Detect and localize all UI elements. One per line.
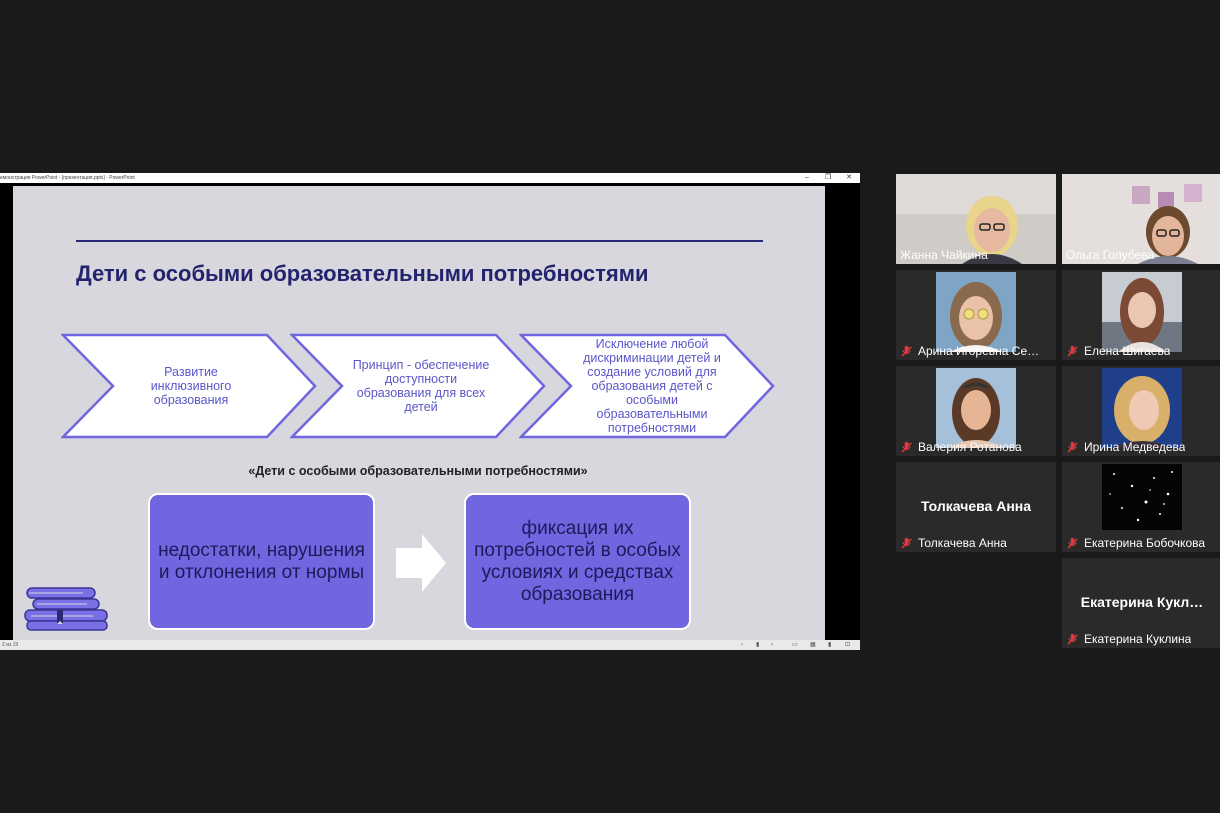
next-icon[interactable]: › xyxy=(771,640,773,650)
window-title: емонстрация PowerPoint - [презентация.pp… xyxy=(0,175,135,181)
chevron-1-text: Развитие инклюзивного образования xyxy=(150,365,232,407)
muted-mic-icon xyxy=(901,345,912,357)
participant-photo xyxy=(936,272,1016,352)
close-button[interactable]: ✕ xyxy=(842,173,856,183)
meeting-screen: емонстрация PowerPoint - [презентация.pp… xyxy=(0,0,1220,813)
participant-name: Валерия Ротанова xyxy=(900,440,1022,454)
participant-tile[interactable]: Елена Шигаева xyxy=(1062,270,1220,360)
slide-title: Дети с особыми образовательными потребно… xyxy=(76,261,649,286)
participant-name: Екатерина Бобочкова xyxy=(1066,536,1205,550)
restore-button[interactable]: ❐ xyxy=(821,173,835,183)
participant-name: Жанна Чайкина xyxy=(900,248,988,262)
normal-view-icon[interactable]: ▭ xyxy=(792,640,798,650)
title-rule xyxy=(76,240,763,242)
slide: Дети с особыми образовательными потребно… xyxy=(13,186,825,640)
participant-tile[interactable]: Ольга Голубева xyxy=(1062,174,1220,264)
participant-photo xyxy=(936,368,1016,448)
participant-tile[interactable]: Ирина Медведева xyxy=(1062,366,1220,456)
notes-icon[interactable]: ▮ xyxy=(756,640,759,650)
box-deficits: недостатки, нарушения и отклонения от но… xyxy=(148,493,375,630)
slideshow-icon[interactable]: ⊡ xyxy=(845,640,850,650)
participant-name: Арина Игоревна Се… xyxy=(900,344,1039,358)
slide-counter: 2 из 19 xyxy=(2,642,19,648)
shared-screen: емонстрация PowerPoint - [презентация.pp… xyxy=(0,173,860,650)
muted-mic-icon xyxy=(901,441,912,453)
participant-name: Ирина Медведева xyxy=(1066,440,1185,454)
participant-name: Елена Шигаева xyxy=(1066,344,1170,358)
ppt-titlebar: емонстрация PowerPoint - [презентация.pp… xyxy=(0,173,860,183)
participant-photo xyxy=(1102,368,1182,448)
minimize-button[interactable]: – xyxy=(800,173,814,183)
participant-tile[interactable]: Арина Игоревна Се… xyxy=(896,270,1056,360)
muted-mic-icon xyxy=(1067,441,1078,453)
participant-tile[interactable]: Толкачева Анна Толкачева Анна xyxy=(896,462,1056,552)
quote-text: «Дети с особыми образовательными потребн… xyxy=(248,464,588,478)
right-arrow-icon xyxy=(396,534,446,592)
muted-mic-icon xyxy=(1067,633,1078,645)
participant-display-name: Екатерина Кукл… xyxy=(1080,594,1204,610)
participant-name: Ольга Голубева xyxy=(1066,248,1155,262)
prev-icon[interactable]: ‹ xyxy=(741,640,743,650)
participant-tile[interactable]: Екатерина Бобочкова xyxy=(1062,462,1220,552)
participant-display-name: Толкачева Анна xyxy=(920,498,1032,514)
box-needs: фиксация их потребностей в особых услови… xyxy=(464,493,691,630)
participant-name: Толкачева Анна xyxy=(900,536,1007,550)
muted-mic-icon xyxy=(1067,345,1078,357)
participant-tile[interactable]: Валерия Ротанова xyxy=(896,366,1056,456)
ppt-statusbar: 2 из 19 ‹ ▮ › ▭ ▦ ▮ ⊡ xyxy=(0,640,860,650)
participant-photo xyxy=(1102,272,1182,352)
chevron-2-text: Принцип - обеспечение доступности образо… xyxy=(352,358,490,414)
muted-mic-icon xyxy=(901,537,912,549)
sorter-view-icon[interactable]: ▦ xyxy=(810,640,816,650)
reading-view-icon[interactable]: ▮ xyxy=(828,640,831,650)
muted-mic-icon xyxy=(1067,537,1078,549)
participant-tile[interactable]: Екатерина Кукл… Екатерина Куклина xyxy=(1062,558,1220,648)
participant-photo xyxy=(1102,464,1182,530)
participant-tile[interactable]: Жанна Чайкина xyxy=(896,174,1056,264)
books-logo-icon xyxy=(24,587,108,631)
participant-name: Екатерина Куклина xyxy=(1066,632,1191,646)
slide-area: Дети с особыми образовательными потребно… xyxy=(0,183,860,640)
chevron-3-text: Исключение любой дискриминации детей и с… xyxy=(583,337,721,435)
